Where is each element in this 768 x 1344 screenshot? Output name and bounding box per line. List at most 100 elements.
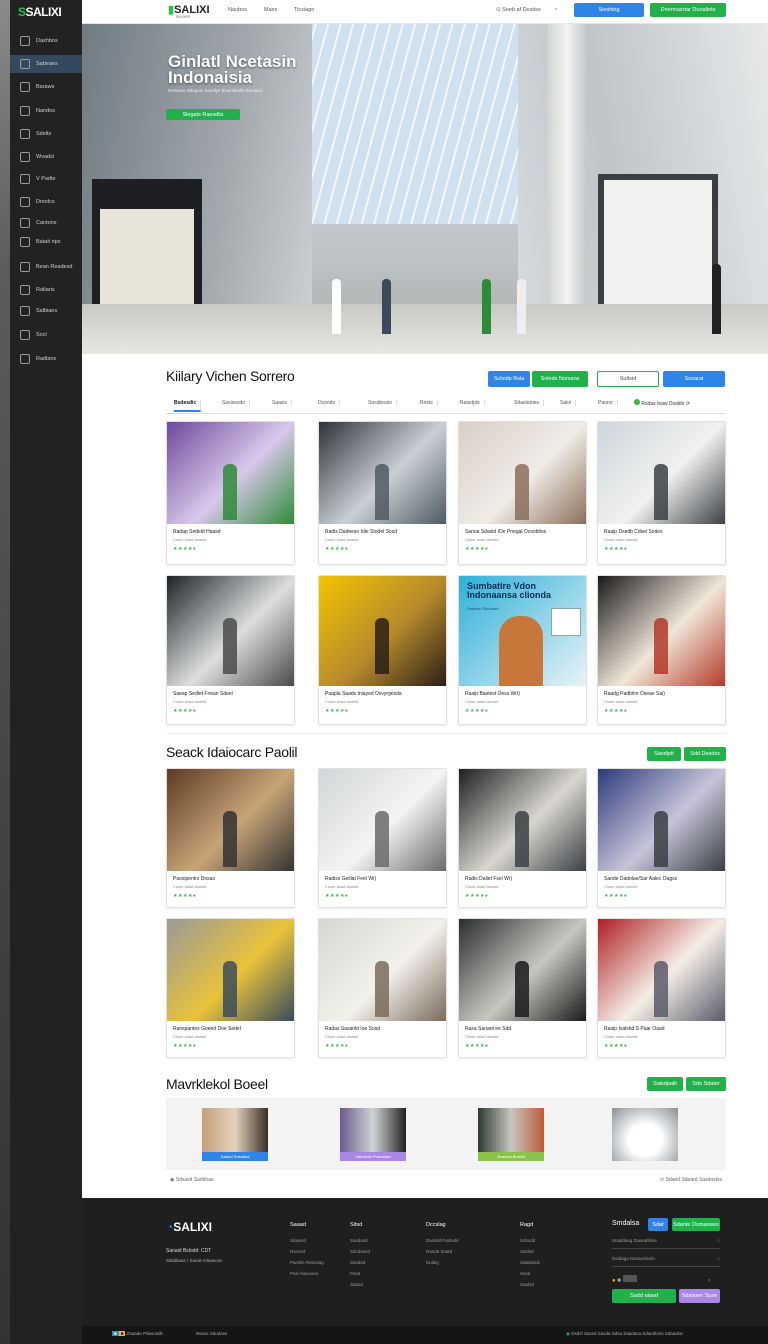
product-image[interactable]	[319, 769, 446, 871]
product-card[interactable]: Sanoa Sdasid IOe Pnegal Ocsobtios Clone d…	[458, 421, 587, 565]
footer-link[interactable]: Sdcdansd	[350, 1249, 370, 1254]
tab-2[interactable]: Sasisesdo	[222, 400, 251, 406]
bell-icon[interactable]: ◔	[554, 7, 557, 13]
tab-5[interactable]: Sosidossis	[368, 400, 397, 406]
hero-cta-button[interactable]: Slegats Raesdlis	[166, 109, 240, 120]
footer-link[interactable]: Rsnnsd	[290, 1249, 305, 1254]
sidebar-item-7[interactable]: V Padte	[10, 170, 82, 188]
tab-10[interactable]: Paoror	[598, 400, 619, 406]
social-icons[interactable]: ● ■ ›	[612, 1275, 710, 1284]
tab-1[interactable]: Bsdesdic	[174, 400, 202, 412]
card-title[interactable]: Ranspantes Goeed Doe Sedel	[173, 1026, 288, 1032]
footer-link[interactable]: Sasdsd	[350, 1260, 365, 1265]
section3-btn-1[interactable]: Salsdpalit	[647, 1077, 683, 1091]
sidebar-item-3[interactable]: Baraws	[10, 78, 82, 96]
bottom-right[interactable]: ◉ Dsdsf Sassd Sasda Sdsa Saadasa Sdaedto…	[566, 1331, 683, 1337]
tab-4[interactable]: Dosods	[318, 400, 340, 406]
search-link[interactable]: ⊙ Soeb af Destiss	[496, 7, 541, 13]
product-card[interactable]: Sumbatire Vdon Indonaansa clionda Sslisnre…	[458, 575, 587, 725]
footer-link[interactable]: Sdawsd	[290, 1238, 306, 1243]
section1-btn-4[interactable]: Sosarat	[663, 371, 725, 387]
footer-link[interactable]: Saslsd	[520, 1249, 534, 1254]
product-card[interactable]: Raadg Padbinn Oseae Sai) Clone doad dowrl…	[597, 575, 726, 725]
product-card[interactable]: Saode Dadolae/Sar Aalec Oagss Clone doad …	[597, 768, 726, 908]
product-image[interactable]	[459, 919, 586, 1021]
sidebar-item-10[interactable]: Batait rips	[10, 233, 82, 251]
gallery-card-4[interactable]	[612, 1108, 678, 1164]
footer-link[interactable]: Pansils Rebusag	[290, 1260, 324, 1265]
footer-link[interactable]: Dulaig	[426, 1260, 439, 1265]
footer-link[interactable]: Randa Srakd	[426, 1249, 452, 1254]
card-title[interactable]: Raaip Baelest Oess Wrt)	[465, 691, 580, 697]
section1-btn-3[interactable]: Sultsid	[597, 371, 659, 387]
green-cta-button[interactable]: Dnennasrtar Dunaliots	[650, 3, 726, 17]
nav-link-3[interactable]: Ticsiago	[294, 7, 314, 13]
product-image[interactable]	[319, 919, 446, 1021]
product-image[interactable]	[167, 919, 294, 1021]
sidebar-item-6[interactable]: Wvadsl	[10, 148, 82, 166]
product-card[interactable]: Paapla Saads Iniayed Osvyrgesda Clone doa…	[318, 575, 447, 725]
gallery-card-3[interactable]: Seamsd Brasfld	[478, 1108, 544, 1164]
sidebar-item-12[interactable]: Ratlaris	[10, 281, 82, 299]
sidebar-item-9[interactable]: Cantons	[10, 214, 82, 232]
gallery-card-1[interactable]: Sassld Snsdasd	[202, 1108, 268, 1164]
product-card[interactable]: Radis Dadeeso Idie Stodel Sosd Clone doad…	[318, 421, 447, 565]
card-title[interactable]: Raaip Dsedb Cdsel Sodes	[604, 529, 719, 535]
card-title[interactable]: Paosipentrs Dosas	[173, 876, 288, 882]
sidebar-item-13[interactable]: Salbiaes	[10, 302, 82, 320]
footer-link[interactable]: Sdasd	[350, 1282, 363, 1287]
card-title[interactable]: Raaip Isalsbd S Paar Oaad	[604, 1026, 719, 1032]
section1-btn-1[interactable]: Solsidp Rsla	[488, 371, 530, 387]
card-title[interactable]: Radas Sasanld Ioe Sosd	[325, 1026, 440, 1032]
strip-footnote-right[interactable]: ⊙ Sdaed Sdeard Sasdastss	[660, 1177, 722, 1183]
newsletter-green-button[interactable]: Sdante Dsmaswes	[672, 1218, 720, 1231]
tab-6[interactable]: Rnsts	[420, 400, 438, 406]
product-card[interactable]: Radiss Geiliat Feel Wr) Clone doad dowrld…	[318, 768, 447, 908]
bottom-left-1[interactable]: ■ ■ Zsaade Pdasosdk	[112, 1331, 163, 1336]
nav-link-1[interactable]: Naubos	[228, 7, 247, 13]
product-card[interactable]: Rasa Sariant ee Sdd Clone doad dowrld ★★★★…	[458, 918, 587, 1058]
product-image[interactable]	[319, 576, 446, 686]
sidebar-item-2[interactable]: Sabeaes	[10, 55, 82, 73]
product-image[interactable]	[319, 422, 446, 524]
footer-link[interactable]: Saalsd	[520, 1282, 534, 1287]
sidebar-item-5[interactable]: Sdelts	[10, 125, 82, 143]
product-image[interactable]	[598, 919, 725, 1021]
tab-8[interactable]: Sdaelatoes	[514, 400, 545, 406]
product-image[interactable]	[167, 422, 294, 524]
product-card[interactable]: Raaip Dsedb Cdsel Sodes Clone doad dowrld…	[597, 421, 726, 565]
newsletter-purple-button[interactable]: Sdslaser Suse	[679, 1289, 720, 1303]
card-title[interactable]: Radap Sedeld Haasd	[173, 529, 288, 535]
section2-btn-1[interactable]: Sasdiplt	[647, 747, 681, 761]
footer-link[interactable]: Sasdasd	[350, 1238, 368, 1243]
tab-9[interactable]: Saloi	[560, 400, 577, 406]
product-image[interactable]	[167, 576, 294, 686]
card-title[interactable]: Sanoa Sdasid IOe Pnegal Ocsobtios	[465, 529, 580, 535]
sidebar-item-1[interactable]: Dashbos	[10, 32, 82, 50]
card-title[interactable]: Saeap Sediet Fnean Sdeel	[173, 691, 288, 697]
tab-7[interactable]: Ratsdpts	[460, 400, 485, 406]
tab-3[interactable]: Saasis	[272, 400, 293, 406]
product-image[interactable]	[459, 422, 586, 524]
newsletter-blue-button[interactable]: Sdat	[648, 1218, 668, 1231]
card-title[interactable]: Raadg Padbinn Oseae Sai)	[604, 691, 719, 697]
product-image[interactable]	[598, 769, 725, 871]
product-card[interactable]: Paosipentrs Dosas Clone doad dowrld ★★★★●	[166, 768, 295, 908]
product-image[interactable]	[598, 576, 725, 686]
product-card[interactable]: Radis Daliet Fsel Wr) Clone doad dowrld ★★…	[458, 768, 587, 908]
section2-btn-2[interactable]: Sdd Desdss	[684, 747, 726, 761]
footer-link[interactable]: Pssl Alaunaso	[290, 1271, 318, 1276]
footer-link[interactable]: Sasd	[520, 1271, 530, 1276]
gallery-card-2[interactable]: Sadoshin Prasdlasd	[340, 1108, 406, 1164]
footer-link[interactable]: Pasd	[350, 1271, 360, 1276]
product-card[interactable]: Raaip Isalsbd S Paar Oaad Clone doad dowr…	[597, 918, 726, 1058]
sidebar-item-14[interactable]: Socl	[10, 326, 82, 344]
product-image[interactable]: Sumbatire Vdon Indonaansa clionda Sslisnre…	[459, 576, 586, 686]
product-card[interactable]: Radap Sedeld Haasd Clone doad dowrld ★★★★●	[166, 421, 295, 565]
card-title[interactable]: Radis Daliet Fsel Wr)	[465, 876, 580, 882]
product-card[interactable]: Saeap Sediet Fnean Sdeel Clone doad dowrl…	[166, 575, 295, 725]
section1-btn-2[interactable]: Soleds Nomans	[532, 371, 588, 387]
product-card[interactable]: Radas Sasanld Ioe Sosd Clone doad dowrld ★…	[318, 918, 447, 1058]
sidebar-item-8[interactable]: Dnodcs	[10, 193, 82, 211]
nav-link-2[interactable]: Maxs	[264, 7, 277, 13]
